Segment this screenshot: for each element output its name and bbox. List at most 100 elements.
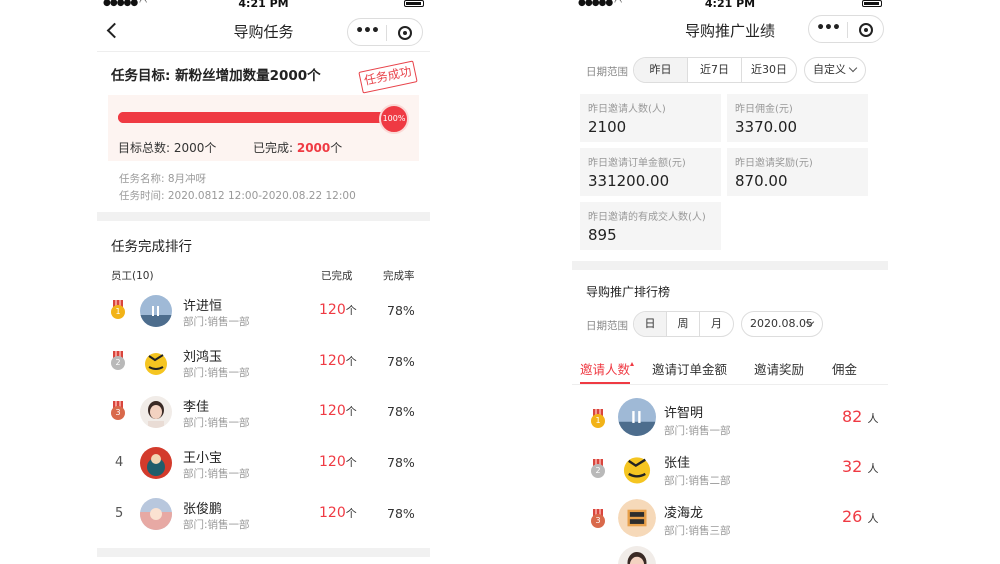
done-count: 120个 <box>319 403 357 419</box>
kpi-invite-count: 昨日邀请人数(人) 2100 <box>580 94 721 142</box>
status-time: 4:21 PM <box>704 0 756 10</box>
ranking-title: 导购推广排行榜 <box>586 285 671 299</box>
kpi-label: 昨日邀请奖励(元) <box>735 158 813 169</box>
date-option-yesterday[interactable]: 昨日 <box>634 58 688 82</box>
section-gap <box>97 212 430 221</box>
progress-track <box>118 112 401 123</box>
performance-screen: ●●●●● ◠ 4:21 PM 导购推广业绩 ••• 日期范围 昨日 近7日 近… <box>572 0 888 564</box>
kpi-label: 昨日佣金(元) <box>735 104 793 115</box>
range-option-week[interactable]: 周 <box>667 312 700 336</box>
chevron-down-icon <box>848 63 858 73</box>
progress-badge: 100% <box>379 104 409 134</box>
avatar <box>140 498 172 530</box>
silver-medal-icon: 2 <box>591 459 605 479</box>
completed-stat: 已完成: 2000个 <box>253 139 342 156</box>
kpi-converted-count: 昨日邀请的有成交人数(人) 895 <box>580 202 721 250</box>
date-option-7d[interactable]: 近7日 <box>688 58 742 82</box>
employee-name: 张俊鹏 <box>183 502 223 517</box>
tab-commission[interactable]: 佣金 <box>832 359 857 378</box>
col-employee: 员工(10) <box>111 270 154 282</box>
custom-date-dropdown[interactable]: 自定义 <box>804 57 866 83</box>
avatar <box>618 546 656 564</box>
employee-name: 许进恒 <box>183 299 223 314</box>
tabs-divider <box>572 384 888 385</box>
capsule-divider <box>386 25 387 41</box>
table-row[interactable]: 5 张俊鹏 部门:销售一部 120个 78% <box>97 489 430 539</box>
completed-label: 已完成: <box>253 141 297 155</box>
target-total: 目标总数: 2000个 <box>118 139 216 156</box>
avatar <box>618 449 656 487</box>
tab-reward[interactable]: 邀请奖励 <box>754 359 804 378</box>
tab-order-amount[interactable]: 邀请订单金额 <box>652 359 727 378</box>
employee-name: 王小宝 <box>183 451 223 466</box>
completion-rate: 78% <box>387 303 415 318</box>
table-row[interactable]: 3 李佳 部门:销售一部 120个 78% <box>97 387 430 437</box>
close-miniapp-icon[interactable] <box>859 23 873 37</box>
avatar <box>140 346 172 378</box>
silver-medal-icon: 2 <box>111 351 125 371</box>
rank-number: 5 <box>115 506 124 521</box>
tab-invite-count[interactable]: 邀请人数 <box>580 359 635 378</box>
date-range-label: 日期范围 <box>586 66 628 78</box>
employee-dept: 部门:销售一部 <box>183 417 250 429</box>
target-total-label: 目标总数: <box>118 141 174 155</box>
range-option-day[interactable]: 日 <box>634 312 667 336</box>
employee-dept: 部门:销售一部 <box>183 519 250 531</box>
list-item[interactable]: 2 张佳 部门:销售二部 32 人 <box>572 447 888 497</box>
selected-date: 2020.08.05 <box>750 317 813 330</box>
avatar <box>140 396 172 428</box>
invite-count: 32 人 <box>842 457 879 476</box>
date-picker-dropdown[interactable]: 2020.08.05 <box>741 311 823 337</box>
status-time: 4:21 PM <box>238 0 289 10</box>
completion-rate: 78% <box>387 455 415 470</box>
date-option-30d[interactable]: 近30日 <box>742 58 796 82</box>
kpi-commission: 昨日佣金(元) 3370.00 <box>727 94 868 142</box>
avatar <box>618 499 656 537</box>
status-bar: ●●●●● ◠ 4:21 PM <box>572 0 888 10</box>
employee-dept: 部门:销售一部 <box>183 367 250 379</box>
target-total-value: 2000个 <box>173 141 217 155</box>
success-stamp: 任务成功 <box>358 60 418 94</box>
employee-dept: 部门:销售二部 <box>664 475 731 487</box>
avatar <box>140 295 172 327</box>
kpi-order-amount: 昨日邀请订单金额(元) 331200.00 <box>580 148 721 196</box>
kpi-value: 870.00 <box>735 172 788 190</box>
completed-unit: 个 <box>330 141 343 155</box>
progress-card: 100% 目标总数: 2000个 已完成: 2000个 <box>108 95 419 161</box>
avatar <box>140 447 172 479</box>
sort-arrow-icon <box>630 362 635 366</box>
table-row[interactable]: 4 王小宝 部门:销售一部 120个 78% <box>97 438 430 488</box>
more-icon[interactable]: ••• <box>348 23 386 39</box>
done-count: 120个 <box>319 302 357 318</box>
kpi-value: 2100 <box>588 118 627 136</box>
capsule-menu: ••• <box>347 18 423 46</box>
range-option-month[interactable]: 月 <box>700 312 733 336</box>
task-name: 任务名称: 8月冲呀 <box>119 173 207 185</box>
bronze-medal-icon: 3 <box>591 509 605 529</box>
employee-name: 张佳 <box>664 456 691 471</box>
table-row[interactable]: 2 刘鸿玉 部门:销售一部 120个 78% <box>97 337 430 387</box>
more-icon[interactable]: ••• <box>809 20 847 36</box>
status-bar: ●●●●● ◠ 4:21 PM <box>97 0 430 10</box>
employee-dept: 部门:销售一部 <box>664 425 731 437</box>
close-miniapp-icon[interactable] <box>398 26 412 40</box>
range-label: 日期范围 <box>586 320 628 332</box>
list-item[interactable]: 3 凌海龙 部门:销售三部 26 人 <box>572 497 888 547</box>
employee-name: 刘鸿玉 <box>183 350 223 365</box>
done-count: 120个 <box>319 454 357 470</box>
completion-rate: 78% <box>387 354 415 369</box>
task-screen: ●●●●● ◠ 4:21 PM 导购任务 ••• 任务目标: 新粉丝增加数量20… <box>97 0 430 564</box>
list-item[interactable]: 1 许智明 部门:销售一部 82 人 <box>572 395 888 445</box>
kpi-value: 331200.00 <box>588 172 670 190</box>
ranking-title: 任务完成排行 <box>111 239 192 255</box>
task-time: 任务时间: 2020.0812 12:00-2020.08.22 12:00 <box>119 190 356 202</box>
done-count: 120个 <box>319 505 357 521</box>
custom-date-label: 自定义 <box>813 63 846 76</box>
goal-title: 任务目标: 新粉丝增加数量2000个 <box>111 68 321 84</box>
kpi-reward: 昨日邀请奖励(元) 870.00 <box>727 148 868 196</box>
gold-medal-icon: 1 <box>111 300 125 320</box>
gold-medal-icon: 1 <box>591 409 605 429</box>
table-row[interactable]: 1 许进恒 部门:销售一部 120个 78% <box>97 286 430 336</box>
employee-name: 凌海龙 <box>664 506 704 521</box>
completion-rate: 78% <box>387 404 415 419</box>
